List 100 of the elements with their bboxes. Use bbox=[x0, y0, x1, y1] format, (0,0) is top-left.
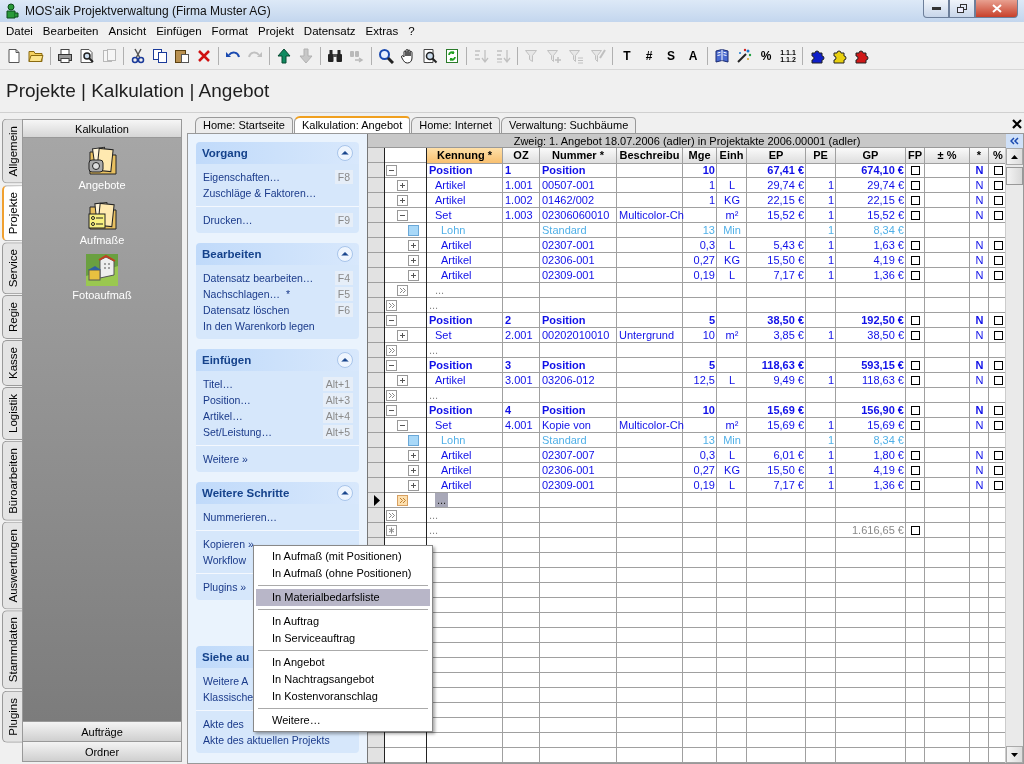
column-header[interactable]: Einh bbox=[717, 148, 747, 164]
checkbox[interactable] bbox=[911, 255, 920, 265]
task-link[interactable]: Eigenschaften… bbox=[203, 171, 281, 183]
menu-item[interactable]: Einfügen bbox=[152, 25, 208, 37]
expand-icon[interactable] bbox=[408, 240, 419, 251]
side-tab[interactable]: Logistik bbox=[2, 387, 22, 441]
column-header[interactable]: % bbox=[989, 148, 1006, 164]
checkbox[interactable] bbox=[911, 210, 920, 220]
arrow-up-icon[interactable] bbox=[276, 48, 292, 64]
wand-icon[interactable] bbox=[736, 48, 752, 64]
document-tab[interactable]: Kalkulation: Angebot bbox=[293, 116, 411, 133]
task-link[interactable]: Weitere » bbox=[203, 453, 248, 465]
task-link[interactable]: Kopieren » bbox=[203, 538, 254, 550]
task-link[interactable]: Nummerieren… bbox=[203, 511, 278, 523]
document-tab[interactable]: Verwaltung: Suchbäume bbox=[501, 117, 637, 133]
task-link[interactable]: Akte des bbox=[203, 718, 244, 730]
checkbox[interactable] bbox=[994, 255, 1003, 265]
menu-item[interactable]: In Aufmaß (mit Positionen) bbox=[256, 548, 430, 565]
task-link[interactable]: Position… bbox=[203, 394, 251, 406]
column-header[interactable]: EP bbox=[747, 148, 806, 164]
checkbox[interactable] bbox=[994, 165, 1003, 175]
expand-icon[interactable] bbox=[408, 450, 419, 461]
collapse-icon[interactable] bbox=[337, 145, 353, 161]
checkbox[interactable] bbox=[994, 375, 1003, 385]
double-chevron-icon[interactable] bbox=[386, 510, 397, 521]
column-header[interactable]: Mge bbox=[683, 148, 717, 164]
menu-item[interactable]: Datensatz bbox=[299, 25, 362, 37]
toolbar-button[interactable]: S bbox=[663, 49, 679, 63]
checkbox[interactable] bbox=[911, 420, 920, 430]
task-link[interactable]: Zuschläge & Faktoren… bbox=[203, 187, 317, 199]
checkbox[interactable] bbox=[911, 270, 920, 280]
double-chevron-icon[interactable] bbox=[386, 300, 397, 311]
checkbox[interactable] bbox=[911, 330, 920, 340]
group-header[interactable]: Vorgang bbox=[196, 142, 359, 164]
task-link[interactable]: Workflow bbox=[203, 554, 246, 566]
task-link[interactable]: Klassische bbox=[203, 691, 254, 703]
preview-icon[interactable] bbox=[79, 48, 95, 64]
column-header[interactable]: PE bbox=[806, 148, 836, 164]
double-chevron-icon[interactable] bbox=[386, 390, 397, 401]
menu-item[interactable]: In Kostenvoranschlag bbox=[256, 688, 430, 705]
toolbar-button[interactable]: % bbox=[758, 49, 774, 63]
document-tab[interactable]: Home: Startseite bbox=[195, 117, 293, 133]
checkbox[interactable] bbox=[911, 480, 920, 490]
checkbox[interactable] bbox=[994, 270, 1003, 280]
collapse-panel-button[interactable] bbox=[1006, 134, 1023, 148]
close-icon[interactable] bbox=[1012, 119, 1022, 129]
column-header[interactable]: Beschreibu bbox=[617, 148, 683, 164]
side-tab[interactable]: Büroarbeiten bbox=[2, 441, 22, 521]
folder-icon[interactable] bbox=[28, 48, 44, 64]
menu-item[interactable]: In Aufmaß (ohne Positionen) bbox=[256, 565, 430, 582]
side-tab[interactable]: Projekte bbox=[2, 184, 22, 241]
checkbox[interactable] bbox=[994, 450, 1003, 460]
panel-button[interactable]: Aufträge bbox=[23, 721, 181, 741]
puzzle-icon[interactable] bbox=[853, 48, 869, 64]
menu-item[interactable]: Format bbox=[207, 25, 255, 37]
hand-icon[interactable] bbox=[400, 48, 416, 64]
copy-icon[interactable] bbox=[152, 48, 168, 64]
side-tab[interactable]: Plugins bbox=[2, 690, 22, 743]
collapse-icon[interactable] bbox=[386, 165, 397, 176]
binoculars-icon[interactable] bbox=[327, 48, 343, 64]
side-tab[interactable]: Kasse bbox=[2, 340, 22, 387]
checkbox[interactable] bbox=[911, 240, 920, 250]
task-link[interactable]: Akte des aktuellen Projekts bbox=[203, 734, 330, 746]
toolbar-button[interactable]: A bbox=[685, 49, 701, 63]
expand-icon[interactable] bbox=[408, 465, 419, 476]
side-tab[interactable]: Allgemein bbox=[2, 119, 22, 184]
checkbox[interactable] bbox=[994, 420, 1003, 430]
collapse-icon[interactable] bbox=[337, 485, 353, 501]
checkbox[interactable] bbox=[911, 195, 920, 205]
menu-item[interactable]: Weitere… bbox=[256, 712, 430, 729]
task-link[interactable]: Datensatz bearbeiten… bbox=[203, 272, 314, 284]
double-chevron-icon[interactable] bbox=[397, 495, 408, 506]
column-header[interactable]: Nummer * bbox=[540, 148, 617, 164]
task-link[interactable]: Weitere A bbox=[203, 675, 249, 687]
printer-icon[interactable] bbox=[57, 48, 73, 64]
side-tab[interactable]: Stammdaten bbox=[2, 610, 22, 690]
document-tab[interactable]: Home: Internet bbox=[411, 117, 500, 133]
checkbox[interactable] bbox=[994, 480, 1003, 490]
scroll-down-icon[interactable] bbox=[1011, 752, 1019, 757]
checkbox[interactable] bbox=[911, 360, 920, 370]
asterisk-icon[interactable] bbox=[386, 525, 397, 536]
checkbox[interactable] bbox=[911, 405, 920, 415]
column-header[interactable]: OZ bbox=[503, 148, 540, 164]
checkbox[interactable] bbox=[911, 465, 920, 475]
collapse-icon[interactable] bbox=[397, 210, 408, 221]
menu-item[interactable]: In Serviceauftrag bbox=[256, 630, 430, 647]
panel-button[interactable]: Ordner bbox=[23, 741, 181, 761]
checkbox[interactable] bbox=[911, 450, 920, 460]
column-header[interactable]: FP bbox=[906, 148, 925, 164]
side-tab[interactable]: Regie bbox=[2, 295, 22, 340]
menu-item[interactable]: In Angebot bbox=[256, 654, 430, 671]
collapse-icon[interactable] bbox=[397, 420, 408, 431]
checkbox[interactable] bbox=[994, 210, 1003, 220]
puzzle-icon[interactable] bbox=[831, 48, 847, 64]
side-tab[interactable]: Auswertungen bbox=[2, 521, 22, 610]
zoom-page-icon[interactable] bbox=[422, 48, 438, 64]
expand-icon[interactable] bbox=[397, 330, 408, 341]
page-icon[interactable] bbox=[6, 48, 22, 64]
collapse-icon[interactable] bbox=[337, 352, 353, 368]
close-button[interactable] bbox=[975, 0, 1018, 18]
